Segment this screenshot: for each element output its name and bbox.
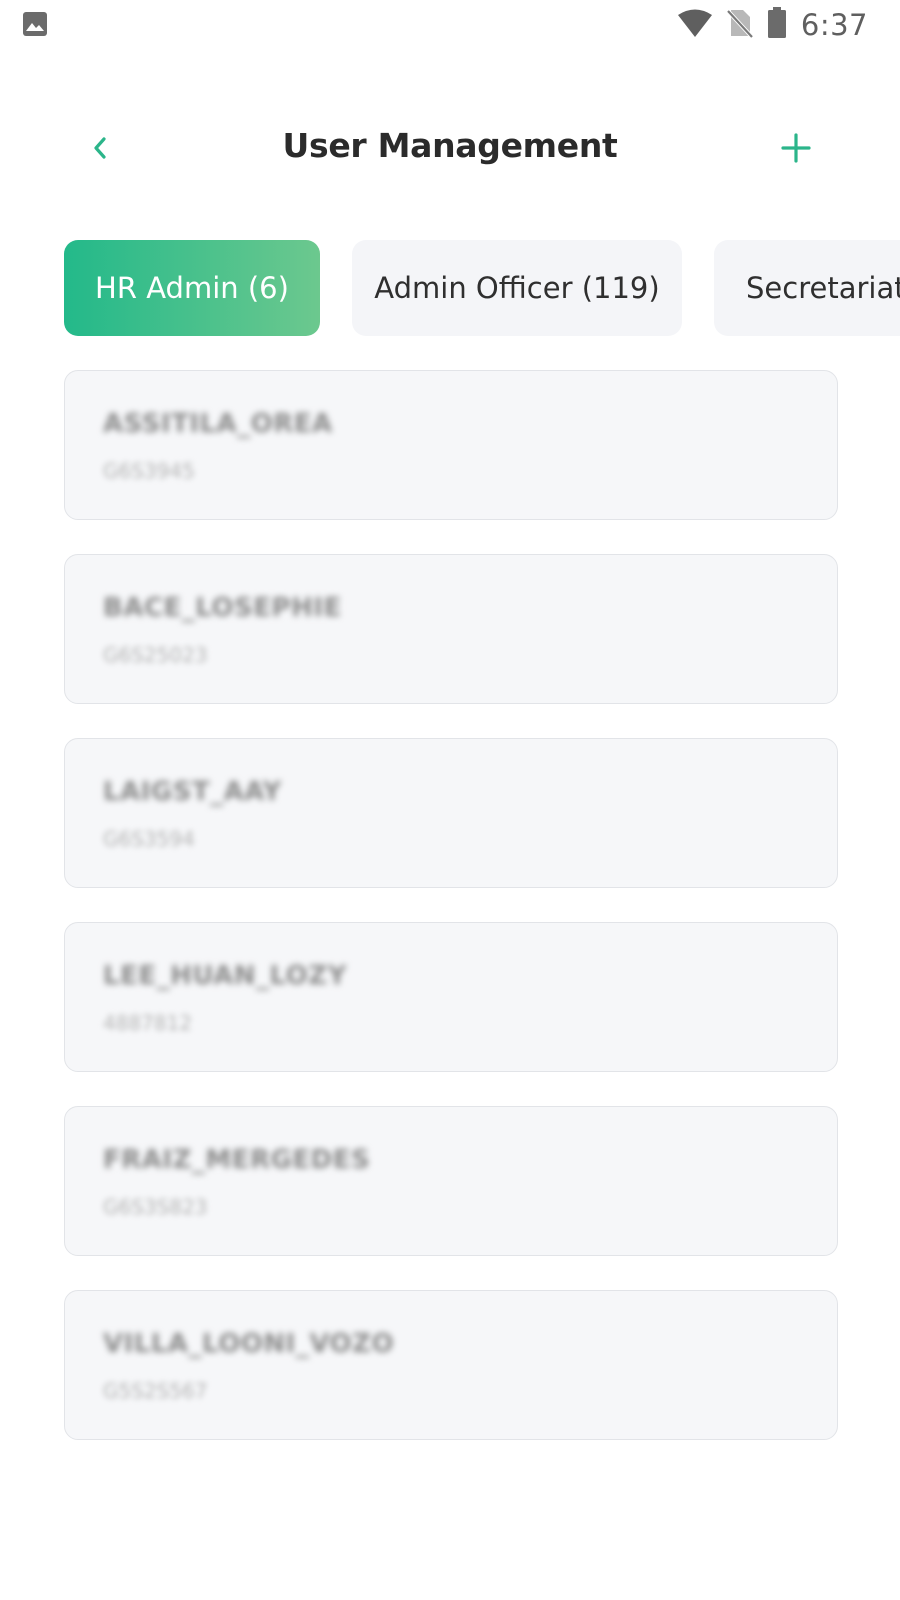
user-id: 4887812 xyxy=(103,1011,193,1035)
user-name: FRAIZ_MERGEDES xyxy=(103,1145,371,1175)
page-title: User Management xyxy=(282,126,618,165)
user-management-screen: 6:37 User Management HR Admin (6) Admin … xyxy=(0,0,900,1600)
user-card[interactable]: LEE_HUAN_LOZY 4887812 xyxy=(64,922,838,1072)
role-tabs: HR Admin (6) Admin Officer (119) Secreta… xyxy=(64,240,900,336)
status-icons: 6:37 xyxy=(677,6,868,44)
status-time: 6:37 xyxy=(800,8,868,42)
user-card[interactable]: FRAIZ_MERGEDES G6S3S823 xyxy=(64,1106,838,1256)
user-card[interactable]: ASSITILA_OREA G6S3945 xyxy=(64,370,838,520)
tab-hr-admin[interactable]: HR Admin (6) xyxy=(64,240,320,336)
wifi-icon xyxy=(677,8,713,43)
user-card[interactable]: LAIGST_AAY G6S3594 xyxy=(64,738,838,888)
image-icon xyxy=(22,11,48,37)
battery-icon xyxy=(767,6,787,44)
tab-admin-officer[interactable]: Admin Officer (119) xyxy=(352,240,682,336)
user-card[interactable]: VILLA_LOONI_VOZO G5S2S567 xyxy=(64,1290,838,1440)
user-name: BACE_LOSEPHIE xyxy=(103,593,342,623)
user-id: G5S2S567 xyxy=(103,1379,208,1403)
add-user-button[interactable] xyxy=(776,130,816,170)
header: User Management xyxy=(0,110,900,190)
user-card[interactable]: BACE_LOSEPHIE G6S25023 xyxy=(64,554,838,704)
no-sim-icon xyxy=(726,8,754,43)
user-id: G6S3945 xyxy=(103,459,195,483)
plus-icon xyxy=(780,132,812,169)
status-bar: 6:37 xyxy=(0,0,900,50)
user-id: G6S3594 xyxy=(103,827,195,851)
user-id: G6S25023 xyxy=(103,643,208,667)
user-name: ASSITILA_OREA xyxy=(103,409,333,439)
user-name: LEE_HUAN_LOZY xyxy=(103,961,347,991)
user-name: LAIGST_AAY xyxy=(103,777,282,807)
user-id: G6S3S823 xyxy=(103,1195,208,1219)
tab-secretariat[interactable]: Secretariat xyxy=(714,240,900,336)
user-name: VILLA_LOONI_VOZO xyxy=(103,1329,395,1359)
user-list: ASSITILA_OREA G6S3945 BACE_LOSEPHIE G6S2… xyxy=(64,370,838,1474)
